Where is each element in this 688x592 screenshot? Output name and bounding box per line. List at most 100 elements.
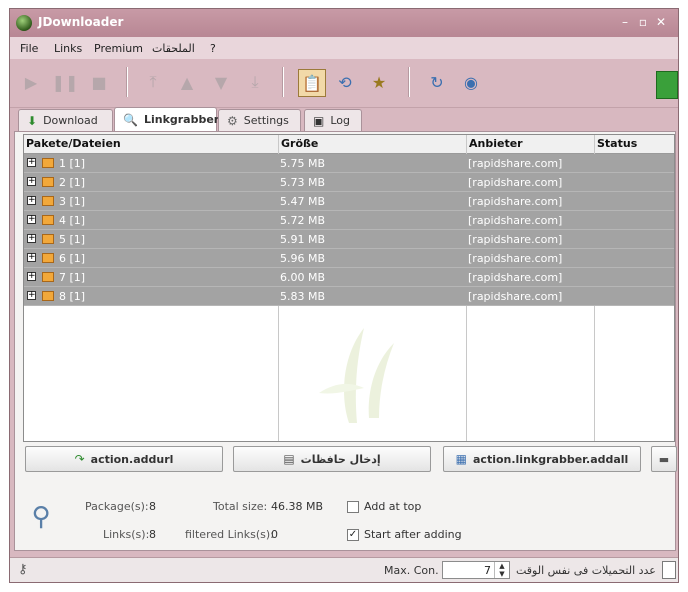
table-row[interactable]: + 5 [1] 5.91 MB [rapidshare.com]: [24, 230, 674, 249]
concurrent-downloads-checkbox[interactable]: [662, 561, 676, 579]
expand-icon[interactable]: +: [27, 234, 36, 243]
column-header-status[interactable]: Status: [597, 137, 637, 150]
package-icon: [42, 215, 54, 225]
premium-status-icon[interactable]: ⚷: [18, 562, 34, 578]
row-provider: [rapidshare.com]: [468, 290, 563, 303]
package-icon: [42, 272, 54, 282]
package-icon: [42, 158, 54, 168]
stepper-arrows-icon[interactable]: ▲ ▼: [494, 562, 509, 578]
row-size: 5.96 MB: [280, 252, 326, 265]
row-name: 1 [1]: [59, 157, 86, 170]
table-row[interactable]: + 1 [1] 5.75 MB [rapidshare.com]: [24, 154, 674, 173]
tab-log[interactable]: ▣ Log: [304, 109, 362, 131]
row-provider: [rapidshare.com]: [468, 195, 563, 208]
linkgrabber-table: Pakete/Dateien Größe Anbieter Status + 1…: [23, 134, 675, 442]
expand-icon[interactable]: +: [27, 291, 36, 300]
table-row[interactable]: + 7 [1] 6.00 MB [rapidshare.com]: [24, 268, 674, 287]
start-icon[interactable]: ▶: [18, 69, 44, 95]
expand-icon[interactable]: +: [27, 196, 36, 205]
title-bar[interactable]: JDownloader – ▫ ✕: [10, 9, 678, 37]
tab-bar: ⬇ Download 🔍 Linkgrabber ⚙ Settings ▣ Lo…: [10, 107, 678, 131]
start-after-adding-checkbox[interactable]: ✓: [347, 529, 359, 541]
row-name: 5 [1]: [59, 233, 86, 246]
expand-icon[interactable]: +: [27, 215, 36, 224]
row-size: 5.72 MB: [280, 214, 326, 227]
add-url-label: action.addurl: [90, 452, 174, 466]
column-header-size[interactable]: Größe: [281, 137, 318, 150]
menu-premium[interactable]: Premium: [94, 42, 143, 55]
row-size: 6.00 MB: [280, 271, 326, 284]
toolbar-separator: [408, 67, 410, 97]
menu-help[interactable]: ?: [210, 42, 216, 55]
status-bar: ⚷ Max. Con. 7 ▲ ▼ عدد التحميلات فى نفس ال…: [10, 557, 678, 582]
expand-icon[interactable]: +: [27, 158, 36, 167]
maximize-icon[interactable]: ▫: [636, 15, 650, 29]
remove-button[interactable]: ▬: [651, 446, 677, 472]
table-row[interactable]: + 3 [1] 5.47 MB [rapidshare.com]: [24, 192, 674, 211]
max-con-label: Max. Con.: [384, 564, 439, 577]
menu-links[interactable]: Links: [54, 42, 82, 55]
row-name: 8 [1]: [59, 290, 86, 303]
reconnect-icon[interactable]: ⟲: [332, 69, 358, 95]
max-con-value: 7: [484, 564, 491, 577]
row-provider: [rapidshare.com]: [468, 214, 563, 227]
pause-icon[interactable]: ❚❚: [52, 69, 79, 95]
update-icon[interactable]: ↻: [424, 69, 450, 95]
table-row[interactable]: + 8 [1] 5.83 MB [rapidshare.com]: [24, 287, 674, 306]
minimize-icon[interactable]: –: [618, 15, 632, 29]
jdownloader-window: JDownloader – ▫ ✕ File Links Premium الم…: [9, 8, 679, 583]
row-name: 4 [1]: [59, 214, 86, 227]
expand-icon[interactable]: +: [27, 272, 36, 281]
row-name: 3 [1]: [59, 195, 86, 208]
add-url-button[interactable]: ↷ action.addurl: [25, 446, 223, 472]
down-arrow-icon: ⬇: [27, 113, 38, 128]
log-icon: ▣: [313, 113, 325, 128]
tab-settings[interactable]: ⚙ Settings: [218, 109, 301, 131]
gear-icon: ⚙: [227, 113, 238, 128]
move-down-icon[interactable]: ▼: [208, 69, 234, 95]
move-top-icon[interactable]: ⤒: [140, 69, 166, 95]
close-icon[interactable]: ✕: [654, 15, 668, 29]
max-con-stepper[interactable]: 7 ▲ ▼: [442, 561, 510, 579]
column-header-packages[interactable]: Pakete/Dateien: [26, 137, 121, 150]
package-icon: [42, 177, 54, 187]
expand-icon[interactable]: +: [27, 253, 36, 262]
toolbar-separator: [126, 67, 128, 97]
tab-log-label: Log: [330, 114, 350, 127]
row-size: 5.83 MB: [280, 290, 326, 303]
expand-icon[interactable]: +: [27, 177, 36, 186]
add-at-top-checkbox[interactable]: [347, 501, 359, 513]
add-clipboard-label: إدخال حافظات: [300, 452, 381, 466]
premium-icon[interactable]: ★: [366, 69, 392, 95]
move-bottom-icon[interactable]: ⤓: [242, 69, 268, 95]
table-row[interactable]: + 2 [1] 5.73 MB [rapidshare.com]: [24, 173, 674, 192]
menu-plugins[interactable]: الملحقات: [152, 42, 195, 55]
trash-icon: ▬: [658, 452, 670, 466]
package-icon: [42, 196, 54, 206]
package-icon: [42, 291, 54, 301]
table-row[interactable]: + 6 [1] 5.96 MB [rapidshare.com]: [24, 249, 674, 268]
row-name: 2 [1]: [59, 176, 86, 189]
add-at-top-label: Add at top: [364, 500, 422, 513]
refresh-arrow-icon: ↷: [74, 452, 85, 466]
row-provider: [rapidshare.com]: [468, 176, 563, 189]
add-all-button[interactable]: ▦ action.linkgrabber.addall: [443, 446, 641, 472]
stop-icon[interactable]: ■: [86, 69, 112, 95]
column-header-provider[interactable]: Anbieter: [469, 137, 523, 150]
linkgrabber-panel: Pakete/Dateien Größe Anbieter Status + 1…: [14, 131, 677, 551]
links-label: Links(s):: [103, 528, 150, 541]
menu-file[interactable]: File: [20, 42, 38, 55]
package-icon: [42, 234, 54, 244]
row-size: 5.75 MB: [280, 157, 326, 170]
table-row[interactable]: + 4 [1] 5.72 MB [rapidshare.com]: [24, 211, 674, 230]
add-clipboard-button[interactable]: ▤ إدخال حافظات: [233, 446, 431, 472]
clipboard-observer-icon[interactable]: 📋: [298, 69, 326, 97]
action-bar: ↷ action.addurl ▤ إدخال حافظات ▦ action.…: [15, 442, 677, 474]
links-value: 8: [149, 528, 156, 541]
move-up-icon[interactable]: ▲: [174, 69, 200, 95]
tab-linkgrabber[interactable]: 🔍 Linkgrabber: [114, 107, 220, 131]
network-icon[interactable]: ◉: [458, 69, 484, 95]
start-after-adding-label: Start after adding: [364, 528, 462, 541]
tab-linkgrabber-label: Linkgrabber: [143, 113, 220, 126]
tab-download[interactable]: ⬇ Download: [18, 109, 113, 131]
